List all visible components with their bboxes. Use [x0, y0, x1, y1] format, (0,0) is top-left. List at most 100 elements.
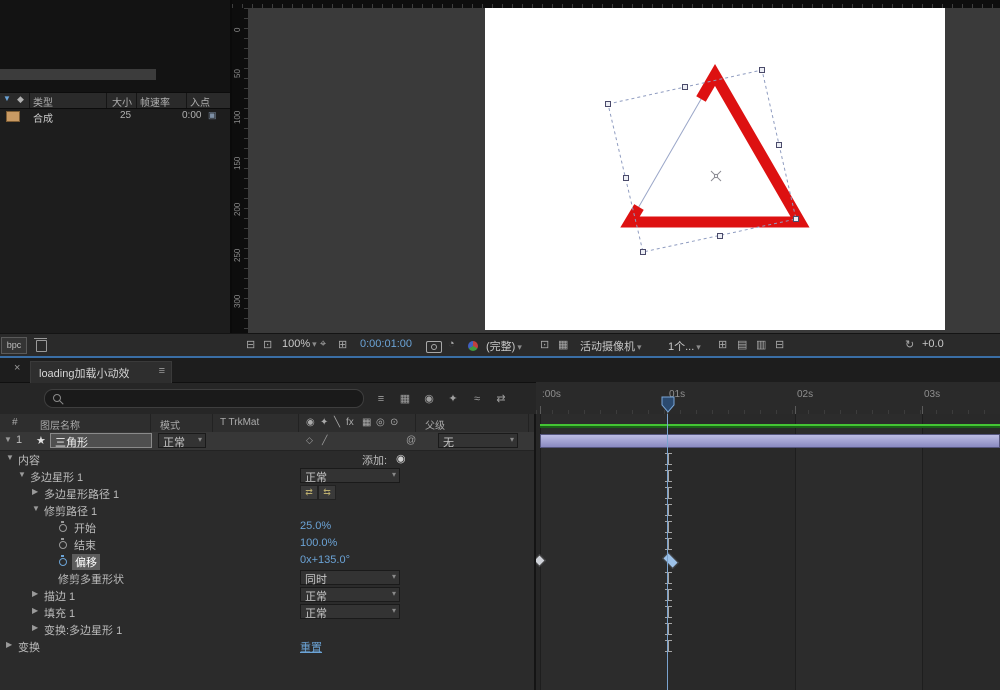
stroke-blend-dropdown[interactable]: 正常 ▾ — [300, 587, 400, 603]
transparency-grid-icon[interactable]: ▦ — [558, 338, 568, 351]
stopwatch-icon[interactable] — [58, 521, 67, 532]
fast-previews-icon[interactable]: ▤ — [737, 338, 747, 351]
twirl-open-icon[interactable]: ▼ — [6, 453, 14, 462]
handle-right-mid[interactable] — [776, 142, 782, 148]
motion-blur-icon[interactable]: ◉ — [420, 391, 438, 407]
view-layout-dropdown[interactable]: 1个... ▾ — [668, 338, 701, 354]
pane-divider[interactable] — [534, 414, 536, 690]
property-label[interactable]: 修剪路径 1 — [44, 503, 97, 519]
property-label[interactable]: 多边星形路径 1 — [44, 486, 119, 502]
current-time-display[interactable]: 0:00:01:00 — [360, 338, 412, 350]
property-row-trim-multiple[interactable]: 修剪多重形状 同时 ▾ — [0, 569, 534, 586]
color-depth-button[interactable]: bpc — [1, 337, 27, 354]
start-value[interactable]: 25.0% — [300, 520, 331, 532]
in-out-columns-icon[interactable]: ⇄ — [492, 391, 510, 407]
playhead-marker[interactable] — [661, 396, 675, 413]
region-of-interest-icon[interactable]: ⌖ — [320, 338, 326, 351]
handle-bottom-mid[interactable] — [717, 233, 723, 239]
reset-exposure-icon[interactable]: ↻ — [905, 338, 914, 351]
item-color-swatch[interactable] — [6, 111, 20, 122]
twirl-closed-icon[interactable]: ▶ — [32, 623, 38, 632]
brainstorm-icon[interactable]: ✦ — [444, 391, 462, 407]
handle-top-mid[interactable] — [682, 84, 688, 90]
property-row-contents[interactable]: ▼ 内容 添加: ◉ — [0, 450, 534, 467]
timeline-button-icon[interactable]: ▥ — [756, 338, 766, 351]
trash-icon[interactable] — [34, 338, 47, 352]
handle-bottom-left[interactable] — [640, 249, 646, 255]
property-label[interactable]: 变换:多边星形 1 — [44, 622, 122, 638]
property-row-transform-polystar[interactable]: ▶ 变换:多边星形 1 — [0, 620, 534, 637]
handle-bottom-right[interactable] — [793, 216, 799, 222]
reverse-path-icon[interactable]: ⇆ — [318, 485, 336, 500]
layer-row-triangle[interactable]: ▼ 1 ★ 三角形 正常 ▾ ◇ ╱ @ 无 ▾ — [0, 432, 534, 451]
project-panel-divider-bar[interactable] — [0, 69, 156, 80]
property-label[interactable]: 结束 — [74, 537, 96, 553]
property-label[interactable]: 描边 1 — [44, 588, 75, 604]
parent-dropdown[interactable]: 无 ▾ — [438, 433, 518, 449]
column-framerate[interactable]: 帧速率 — [140, 94, 170, 109]
flowchart-icon[interactable]: ⊟ — [775, 338, 784, 351]
magnification-dropdown[interactable]: 100% ▾ — [282, 338, 317, 350]
frame-blend-icon[interactable]: ▦ — [396, 391, 414, 407]
tab-composition[interactable]: loading加载小动效 ≡ — [30, 361, 172, 383]
composition-view[interactable] — [485, 8, 945, 330]
column-trkmat[interactable]: T TrkMat — [220, 417, 259, 428]
offset-value[interactable]: 0x+135.0° — [300, 554, 350, 566]
shy-icon[interactable]: ≡ — [372, 391, 390, 407]
graph-editor-icon[interactable]: ≈ — [468, 391, 486, 407]
column-index[interactable]: # — [12, 417, 18, 428]
camera-view-dropdown[interactable]: 活动摄像机 ▾ — [580, 338, 642, 354]
twirl-closed-icon[interactable]: ▶ — [32, 487, 38, 496]
blend-mode-dropdown[interactable]: 正常 ▾ — [158, 433, 206, 449]
anchor-point-icon[interactable] — [710, 170, 722, 182]
property-label[interactable]: 修剪多重形状 — [58, 571, 124, 587]
handle-left-mid[interactable] — [623, 175, 629, 181]
search-input[interactable] — [67, 391, 351, 406]
end-value[interactable]: 100.0% — [300, 537, 337, 549]
collapse-transform-icon[interactable]: ◇ — [306, 435, 313, 446]
timeline-search[interactable] — [44, 389, 364, 408]
twirl-closed-icon[interactable]: ▶ — [32, 589, 38, 598]
show-snapshot-icon[interactable]: ◔ — [448, 338, 455, 350]
stopwatch-icon-active[interactable] — [58, 555, 67, 566]
property-label[interactable]: 变换 — [18, 639, 40, 655]
track-area[interactable] — [536, 414, 1000, 690]
layer-name-field[interactable]: 三角形 — [50, 433, 152, 449]
property-row-start[interactable]: 开始 25.0% — [0, 518, 534, 535]
twirl-open-icon[interactable]: ▼ — [18, 470, 26, 479]
fill-blend-dropdown[interactable]: 正常 ▾ — [300, 604, 400, 620]
property-label[interactable]: 填充 1 — [44, 605, 75, 621]
property-label[interactable]: 多边星形 1 — [30, 469, 83, 485]
item-name[interactable]: 合成 — [33, 110, 53, 125]
pixel-aspect-icon[interactable]: ⊞ — [718, 338, 727, 351]
column-mode[interactable]: 模式 — [160, 417, 180, 432]
column-layer-name[interactable]: 图层名称 — [40, 417, 80, 432]
column-size[interactable]: 大小 — [112, 94, 132, 109]
property-row-trim-paths[interactable]: ▼ 修剪路径 1 — [0, 501, 534, 518]
property-label-selected[interactable]: 偏移 — [72, 554, 100, 570]
current-time-indicator[interactable] — [667, 414, 668, 690]
handle-top-left[interactable] — [605, 101, 611, 107]
twirl-open-icon[interactable]: ▼ — [32, 504, 40, 513]
pickwhip-icon[interactable]: @ — [406, 435, 416, 446]
close-icon[interactable]: × — [14, 362, 20, 374]
always-preview-icon[interactable]: ⊟ — [246, 338, 255, 351]
reset-link[interactable]: 重置 — [300, 639, 322, 655]
layer-duration-bar[interactable] — [540, 434, 1000, 448]
label-color-icon[interactable]: ◆ — [17, 94, 24, 105]
property-row-layer-transform[interactable]: ▶ 变换 重置 — [0, 637, 534, 654]
property-row-end[interactable]: 结束 100.0% — [0, 535, 534, 552]
property-row-polystar[interactable]: ▼ 多边星形 1 正常 ▾ — [0, 467, 534, 484]
roi-icon[interactable]: ⊡ — [540, 338, 549, 351]
snapshot-camera-icon[interactable] — [426, 341, 442, 353]
quality-icon[interactable]: ╱ — [322, 435, 327, 446]
property-row-stroke[interactable]: ▶ 描边 1 正常 ▾ — [0, 586, 534, 603]
resolution-dropdown[interactable]: (完整) ▾ — [486, 338, 522, 354]
property-row-offset[interactable]: 偏移 0x+135.0° — [0, 552, 534, 570]
reverse-path-icon[interactable]: ⇄ — [300, 485, 318, 500]
triangle-shape[interactable] — [620, 64, 810, 228]
sort-arrow-icon[interactable]: ▼ — [3, 94, 11, 103]
add-button-icon[interactable]: ◉ — [396, 452, 406, 465]
polystar-blend-dropdown[interactable]: 正常 ▾ — [300, 468, 400, 484]
twirl-open-icon[interactable]: ▼ — [4, 435, 12, 444]
